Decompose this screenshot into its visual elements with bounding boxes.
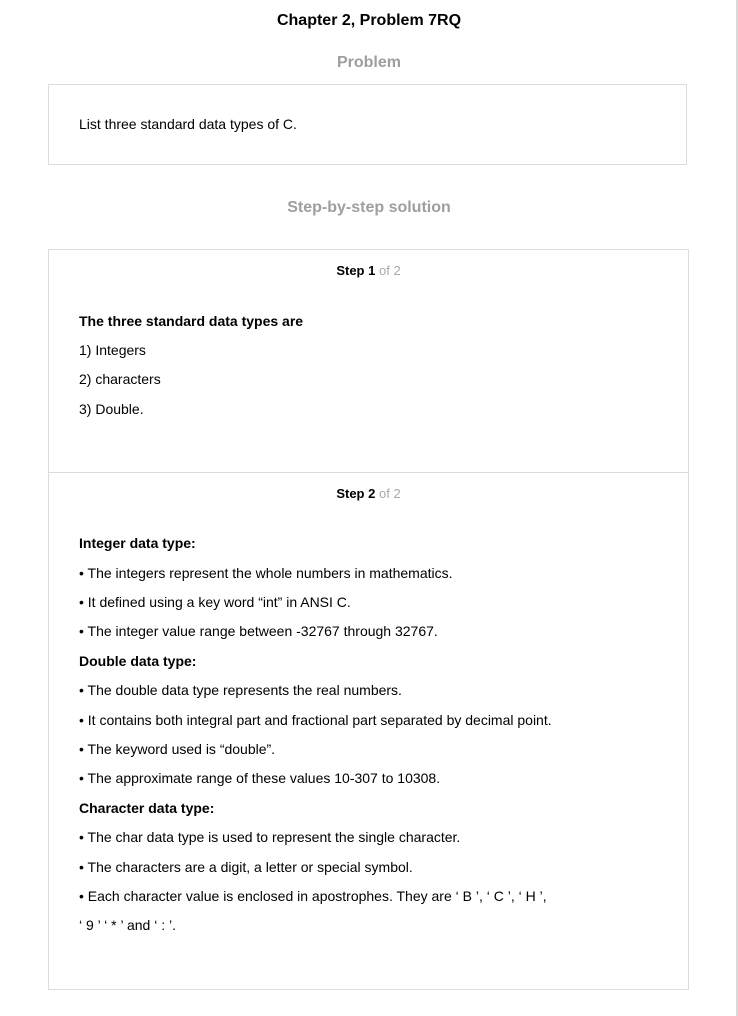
step-2-subheading: Double data type: <box>79 653 197 669</box>
step-2-label: Step 2 of 2 <box>49 486 688 501</box>
step-1-line: The three standard data types are <box>79 313 304 329</box>
step-number: 2 <box>368 486 376 501</box>
step-2-subheading: Character data type: <box>79 800 215 816</box>
step-of-total: of 2 <box>378 263 401 278</box>
problem-text: List three standard data types of C. <box>79 116 297 132</box>
step-2-line: • The keyword used is “double”. <box>79 741 276 757</box>
step-2-subheading: Integer data type: <box>79 535 196 551</box>
step-2-line: • The approximate range of these values … <box>79 770 441 786</box>
step-1-line: 2) characters <box>79 371 161 387</box>
step-number: 1 <box>368 263 376 278</box>
step-1-line: 1) Integers <box>79 342 146 358</box>
step-2-line: • The char data type is used to represen… <box>79 829 461 845</box>
step-word: Step <box>336 486 365 501</box>
solution-box: Step 1 of 2 The three standard data type… <box>48 249 689 990</box>
step-2-line: • The characters are a digit, a letter o… <box>79 859 413 875</box>
step-2-line: • It defined using a key word “int” in A… <box>79 594 351 610</box>
problem-heading: Problem <box>336 54 401 71</box>
step-divider <box>49 472 688 473</box>
step-word: Step <box>336 263 365 278</box>
step-1-label: Step 1 of 2 <box>49 263 688 278</box>
step-2-line: • It contains both integral part and fra… <box>79 712 552 728</box>
step-of-total: of 2 <box>378 486 401 501</box>
step-1-line: 3) Double. <box>79 401 144 417</box>
step-2-line: • Each character value is enclosed in ap… <box>79 888 547 904</box>
page-title: Chapter 2, Problem 7RQ <box>276 12 462 29</box>
problem-box: List three standard data types of C. <box>48 84 687 165</box>
solution-heading: Step-by-step solution <box>287 199 451 216</box>
step-2-line: • The integers represent the whole numbe… <box>79 565 453 581</box>
step-2-line: • The integer value range between -32767… <box>79 623 438 639</box>
step-2-line: ‘ 9 ’ ‘ * ’ and ‘ : ’. <box>79 917 177 933</box>
step-2-line: • The double data type represents the re… <box>79 682 402 698</box>
